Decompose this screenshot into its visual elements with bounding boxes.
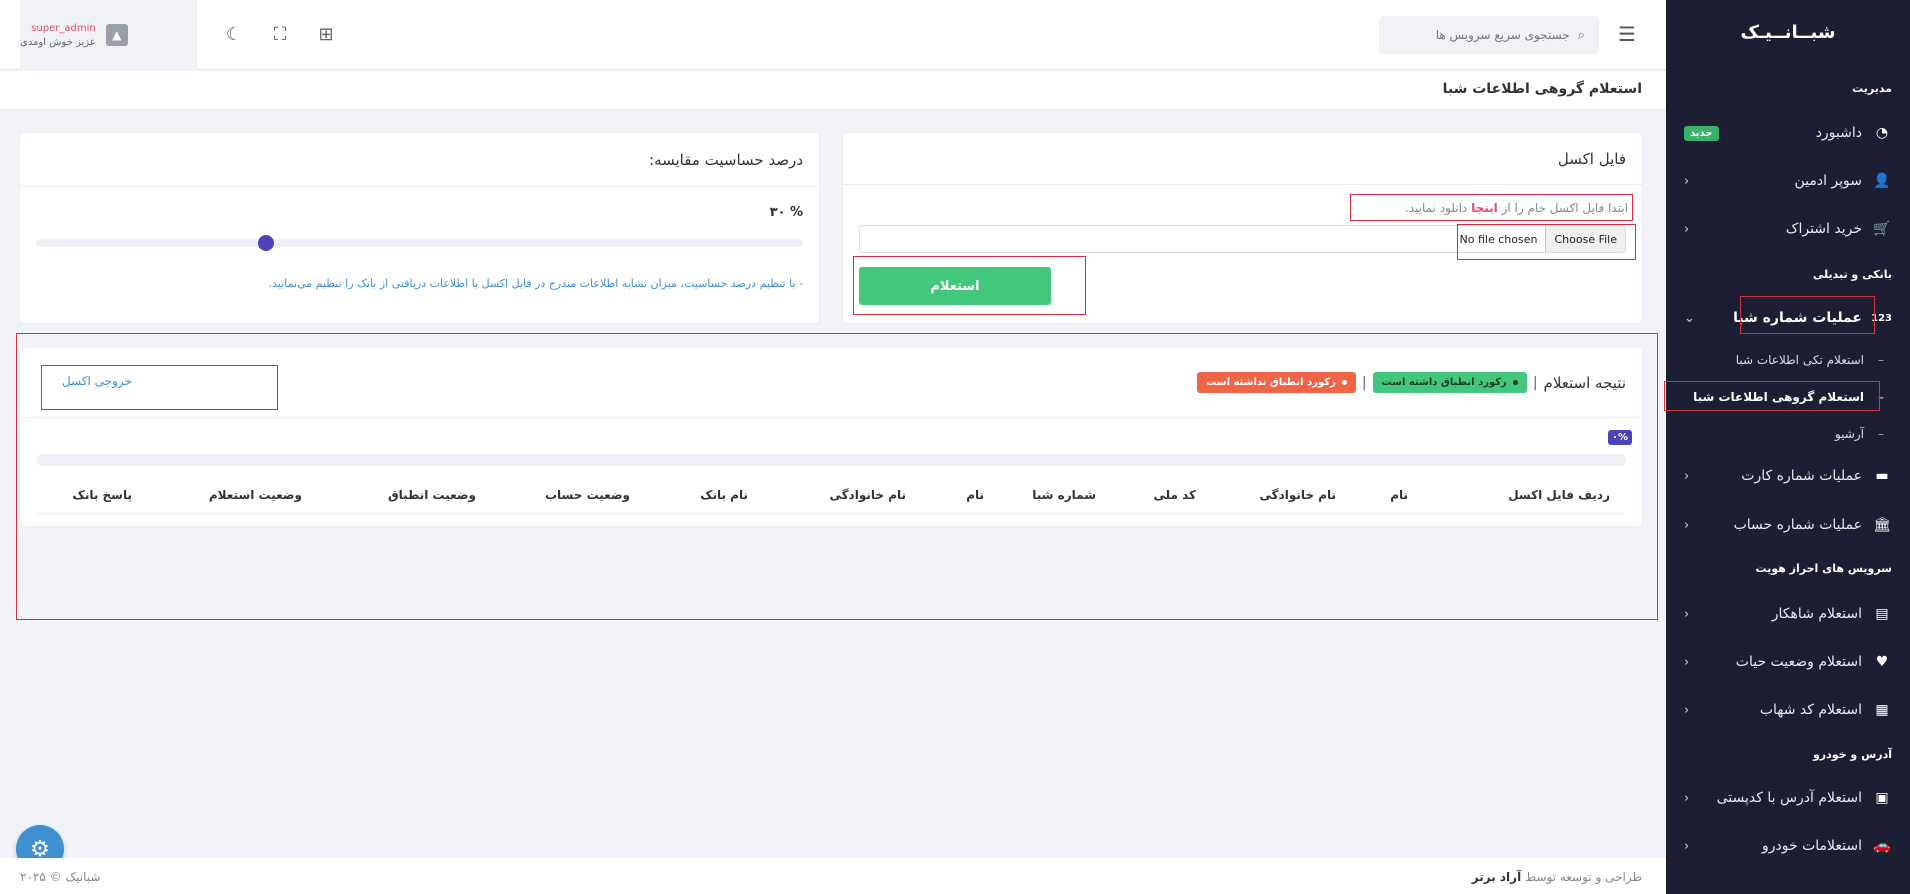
highlight-box [41, 365, 278, 410]
sidebar-subitem-single[interactable]: – استعلام تکی اطلاعات شبا [1666, 345, 1910, 375]
search-icon: ⌕ [1577, 27, 1585, 43]
hamburger-icon: ☰ [1618, 22, 1636, 46]
section-title-banking: بانکی و تبدیلی [1812, 268, 1892, 281]
chevron-left-icon: ‹ [1684, 702, 1690, 718]
sidebar-item-shahkar[interactable]: ▤ استعلام شاهکار ‹ [1666, 597, 1910, 631]
numbers-icon: 123 [1871, 312, 1892, 324]
sidebar-item-label: استعلامات خودرو [1762, 838, 1862, 854]
qr-code-icon: ▦ [1875, 702, 1889, 718]
chevron-down-icon: ⌄ [1684, 310, 1695, 326]
credit-card-icon: ▬ [1875, 468, 1889, 484]
top-bar: ▲ super_admin عزیز خوش اومدی ☾ ⛶ ⊞ ⌕ ☰ [0, 0, 1666, 70]
slider-thumb[interactable] [258, 235, 275, 251]
sidebar-subitem-archive[interactable]: – آرشیو [1666, 419, 1910, 449]
sidebar-item-account-ops[interactable]: 🏛 عملیات شماره حساب ‹ [1666, 508, 1910, 542]
cart-icon: 🛒 [1873, 221, 1891, 237]
highlight-box [1350, 194, 1633, 221]
highlight-box [853, 256, 1086, 315]
chevron-left-icon: ‹ [1684, 838, 1690, 854]
car-icon: 🚗 [1873, 838, 1891, 854]
sidebar: شبــانــیـک مدیریت ◔ داشبورد جدید 👤 سوپر… [1664, 0, 1910, 894]
bank-icon: 🏛 [1873, 517, 1891, 533]
heart-icon: ♥ [1875, 654, 1889, 670]
brand-logo[interactable]: شبــانــیـک [1666, 0, 1910, 64]
avatar: ▲ [105, 24, 128, 46]
sidebar-item-label: عملیات شماره کارت [1741, 468, 1862, 484]
page-title: استعلام گروهی اطلاعات شبا [1442, 81, 1642, 97]
chevron-left-icon: ‹ [1684, 606, 1690, 622]
search-box[interactable]: ⌕ [1379, 16, 1599, 54]
user-cog-icon: 👤 [1873, 173, 1891, 189]
sidebar-item-vehicle[interactable]: 🚗 استعلامات خودرو ‹ [1666, 829, 1910, 863]
chevron-left-icon: ‹ [1684, 654, 1690, 670]
section-title-address: آدرس و خودرو [1812, 748, 1892, 761]
chevron-left-icon: ‹ [1684, 790, 1690, 806]
sensitivity-note: - با تنظیم درصد حساسیت، میزان تشابه اطلا… [268, 277, 803, 290]
fullscreen-icon: ⛶ [273, 23, 287, 45]
sidebar-item-subscription[interactable]: 🛒 خرید اشتراک ‹ [1666, 212, 1910, 246]
id-card-icon: ▤ [1875, 606, 1889, 622]
greeting-text: عزیز خوش اومدی [20, 36, 96, 48]
sidebar-item-life-status[interactable]: ♥ استعلام وضعیت حیات ‹ [1666, 645, 1910, 679]
chevron-left-icon: ‹ [1684, 468, 1690, 484]
sensitivity-value: % ۳۰ [769, 205, 803, 220]
sidebar-item-label: داشبورد [1815, 125, 1862, 141]
footer-copyright: شبانیک © ۲۰۲۵ [20, 870, 101, 884]
mailbox-icon: ▣ [1875, 790, 1889, 806]
sidebar-item-label: استعلام کد شهاب [1759, 702, 1862, 718]
sidebar-item-label: عملیات شماره حساب [1733, 517, 1862, 533]
sidebar-item-label: استعلام آدرس با کدپستی [1716, 790, 1862, 806]
footer-credit: طراحی و توسعه توسط آراد برتر [1471, 870, 1642, 884]
sensitivity-slider[interactable] [36, 235, 803, 251]
fullscreen-button[interactable]: ⛶ [268, 22, 292, 46]
highlight-box [1740, 296, 1875, 334]
sidebar-item-super-admin[interactable]: 👤 سوپر ادمین ‹ [1666, 164, 1910, 198]
chevron-left-icon: ‹ [1684, 173, 1690, 189]
page-title-bar: استعلام گروهی اطلاعات شبا [0, 71, 1666, 109]
highlight-box [1457, 224, 1636, 260]
sensitivity-card: درصد حساسیت مقایسه: % ۳۰ - با تنظیم درصد… [20, 133, 819, 323]
grid-icon: ⊞ [318, 23, 334, 45]
footer: طراحی و توسعه توسط آراد برتر شبانیک © ۲۰… [0, 858, 1666, 894]
new-badge: جدید [1684, 125, 1719, 141]
user-profile[interactable]: ▲ super_admin عزیز خوش اومدی [20, 0, 197, 70]
sidebar-item-label: استعلام وضعیت حیات [1735, 654, 1862, 670]
sidebar-item-postal[interactable]: ▣ استعلام آدرس با کدپستی ‹ [1666, 781, 1910, 815]
section-title-identity: سرویس های احراز هویت [1755, 562, 1892, 575]
highlight-box [1664, 381, 1880, 411]
sidebar-item-label: استعلام شاهکار [1771, 606, 1862, 622]
sidebar-item-shahab[interactable]: ▦ استعلام کد شهاب ‹ [1666, 693, 1910, 727]
sidebar-item-dashboard[interactable]: ◔ داشبورد جدید [1666, 116, 1910, 150]
apps-button[interactable]: ⊞ [314, 22, 338, 46]
sidebar-item-card-ops[interactable]: ▬ عملیات شماره کارت ‹ [1666, 459, 1910, 493]
menu-toggle-button[interactable]: ☰ [1615, 22, 1639, 46]
dark-mode-toggle[interactable]: ☾ [222, 22, 246, 46]
card-title: فایل اکسل [843, 133, 1642, 185]
sidebar-item-label: سوپر ادمین [1794, 173, 1862, 189]
chevron-left-icon: ‹ [1684, 221, 1690, 237]
sidebar-item-label: خرید اشتراک [1785, 221, 1862, 237]
chevron-left-icon: ‹ [1684, 517, 1690, 533]
moon-icon: ☾ [225, 23, 243, 45]
search-input[interactable] [1399, 28, 1570, 42]
user-name: super_admin [31, 22, 96, 34]
company-link[interactable]: آراد برتر [1472, 870, 1521, 884]
speedometer-icon: ◔ [1875, 125, 1889, 141]
section-title-management: مدیریت [1852, 82, 1892, 95]
card-title: درصد حساسیت مقایسه: [20, 133, 819, 187]
